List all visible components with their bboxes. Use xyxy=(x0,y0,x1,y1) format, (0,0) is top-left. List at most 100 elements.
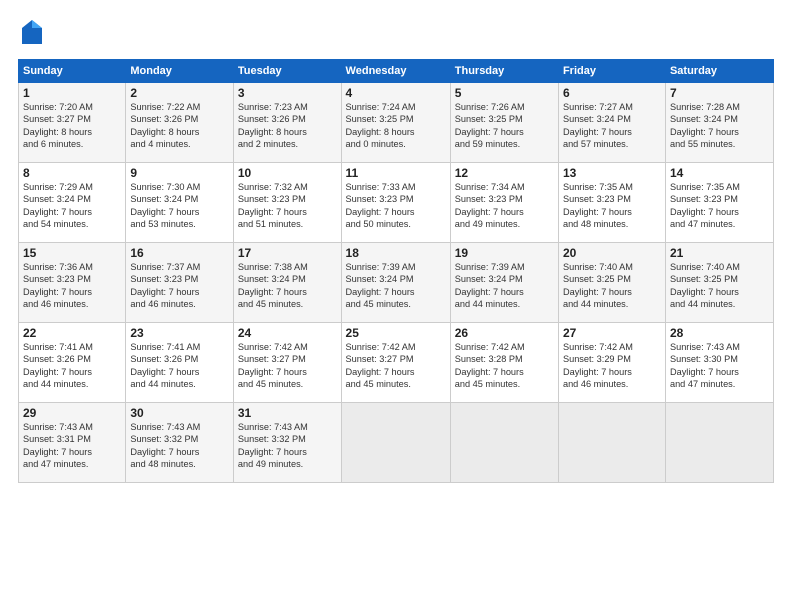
calendar-cell xyxy=(665,403,773,483)
calendar-header-row: SundayMondayTuesdayWednesdayThursdayFrid… xyxy=(19,60,774,83)
day-number: 3 xyxy=(238,86,337,100)
calendar-cell xyxy=(558,403,665,483)
calendar-cell: 15Sunrise: 7:36 AMSunset: 3:23 PMDayligh… xyxy=(19,243,126,323)
day-number: 19 xyxy=(455,246,554,260)
day-info: Sunrise: 7:38 AMSunset: 3:24 PMDaylight:… xyxy=(238,261,337,311)
day-number: 9 xyxy=(130,166,229,180)
day-number: 1 xyxy=(23,86,121,100)
calendar-cell: 19Sunrise: 7:39 AMSunset: 3:24 PMDayligh… xyxy=(450,243,558,323)
day-number: 13 xyxy=(563,166,661,180)
day-info: Sunrise: 7:42 AMSunset: 3:27 PMDaylight:… xyxy=(346,341,446,391)
day-info: Sunrise: 7:40 AMSunset: 3:25 PMDaylight:… xyxy=(563,261,661,311)
calendar-cell: 18Sunrise: 7:39 AMSunset: 3:24 PMDayligh… xyxy=(341,243,450,323)
day-info: Sunrise: 7:42 AMSunset: 3:28 PMDaylight:… xyxy=(455,341,554,391)
day-number: 4 xyxy=(346,86,446,100)
day-info: Sunrise: 7:32 AMSunset: 3:23 PMDaylight:… xyxy=(238,181,337,231)
calendar-cell: 23Sunrise: 7:41 AMSunset: 3:26 PMDayligh… xyxy=(126,323,234,403)
day-info: Sunrise: 7:35 AMSunset: 3:23 PMDaylight:… xyxy=(670,181,769,231)
day-number: 16 xyxy=(130,246,229,260)
day-info: Sunrise: 7:30 AMSunset: 3:24 PMDaylight:… xyxy=(130,181,229,231)
day-number: 25 xyxy=(346,326,446,340)
day-number: 26 xyxy=(455,326,554,340)
calendar-cell: 25Sunrise: 7:42 AMSunset: 3:27 PMDayligh… xyxy=(341,323,450,403)
day-info: Sunrise: 7:39 AMSunset: 3:24 PMDaylight:… xyxy=(455,261,554,311)
day-info: Sunrise: 7:43 AMSunset: 3:31 PMDaylight:… xyxy=(23,421,121,471)
calendar-table: SundayMondayTuesdayWednesdayThursdayFrid… xyxy=(18,59,774,483)
day-number: 15 xyxy=(23,246,121,260)
weekday-header: Monday xyxy=(126,60,234,83)
weekday-header: Saturday xyxy=(665,60,773,83)
day-number: 30 xyxy=(130,406,229,420)
calendar-cell: 8Sunrise: 7:29 AMSunset: 3:24 PMDaylight… xyxy=(19,163,126,243)
day-info: Sunrise: 7:29 AMSunset: 3:24 PMDaylight:… xyxy=(23,181,121,231)
calendar-cell: 29Sunrise: 7:43 AMSunset: 3:31 PMDayligh… xyxy=(19,403,126,483)
day-number: 28 xyxy=(670,326,769,340)
day-info: Sunrise: 7:27 AMSunset: 3:24 PMDaylight:… xyxy=(563,101,661,151)
calendar-cell: 6Sunrise: 7:27 AMSunset: 3:24 PMDaylight… xyxy=(558,83,665,163)
calendar-cell: 9Sunrise: 7:30 AMSunset: 3:24 PMDaylight… xyxy=(126,163,234,243)
calendar-cell: 28Sunrise: 7:43 AMSunset: 3:30 PMDayligh… xyxy=(665,323,773,403)
day-number: 2 xyxy=(130,86,229,100)
day-info: Sunrise: 7:33 AMSunset: 3:23 PMDaylight:… xyxy=(346,181,446,231)
calendar-cell: 11Sunrise: 7:33 AMSunset: 3:23 PMDayligh… xyxy=(341,163,450,243)
header xyxy=(18,18,774,51)
day-number: 21 xyxy=(670,246,769,260)
logo xyxy=(18,18,48,51)
day-info: Sunrise: 7:34 AMSunset: 3:23 PMDaylight:… xyxy=(455,181,554,231)
weekday-header: Wednesday xyxy=(341,60,450,83)
day-info: Sunrise: 7:41 AMSunset: 3:26 PMDaylight:… xyxy=(23,341,121,391)
calendar-cell xyxy=(450,403,558,483)
day-info: Sunrise: 7:39 AMSunset: 3:24 PMDaylight:… xyxy=(346,261,446,311)
weekday-header: Thursday xyxy=(450,60,558,83)
calendar-cell: 14Sunrise: 7:35 AMSunset: 3:23 PMDayligh… xyxy=(665,163,773,243)
day-info: Sunrise: 7:40 AMSunset: 3:25 PMDaylight:… xyxy=(670,261,769,311)
calendar-week-row: 8Sunrise: 7:29 AMSunset: 3:24 PMDaylight… xyxy=(19,163,774,243)
weekday-header: Friday xyxy=(558,60,665,83)
day-info: Sunrise: 7:35 AMSunset: 3:23 PMDaylight:… xyxy=(563,181,661,231)
day-info: Sunrise: 7:43 AMSunset: 3:32 PMDaylight:… xyxy=(238,421,337,471)
day-number: 6 xyxy=(563,86,661,100)
calendar-cell: 13Sunrise: 7:35 AMSunset: 3:23 PMDayligh… xyxy=(558,163,665,243)
day-number: 29 xyxy=(23,406,121,420)
calendar-week-row: 15Sunrise: 7:36 AMSunset: 3:23 PMDayligh… xyxy=(19,243,774,323)
day-info: Sunrise: 7:36 AMSunset: 3:23 PMDaylight:… xyxy=(23,261,121,311)
calendar-cell: 27Sunrise: 7:42 AMSunset: 3:29 PMDayligh… xyxy=(558,323,665,403)
calendar-cell: 26Sunrise: 7:42 AMSunset: 3:28 PMDayligh… xyxy=(450,323,558,403)
day-number: 23 xyxy=(130,326,229,340)
day-info: Sunrise: 7:24 AMSunset: 3:25 PMDaylight:… xyxy=(346,101,446,151)
calendar-cell: 16Sunrise: 7:37 AMSunset: 3:23 PMDayligh… xyxy=(126,243,234,323)
day-info: Sunrise: 7:26 AMSunset: 3:25 PMDaylight:… xyxy=(455,101,554,151)
calendar-cell: 10Sunrise: 7:32 AMSunset: 3:23 PMDayligh… xyxy=(233,163,341,243)
calendar-cell: 2Sunrise: 7:22 AMSunset: 3:26 PMDaylight… xyxy=(126,83,234,163)
weekday-header: Sunday xyxy=(19,60,126,83)
day-info: Sunrise: 7:22 AMSunset: 3:26 PMDaylight:… xyxy=(130,101,229,151)
day-info: Sunrise: 7:20 AMSunset: 3:27 PMDaylight:… xyxy=(23,101,121,151)
day-info: Sunrise: 7:37 AMSunset: 3:23 PMDaylight:… xyxy=(130,261,229,311)
day-info: Sunrise: 7:43 AMSunset: 3:30 PMDaylight:… xyxy=(670,341,769,391)
day-number: 11 xyxy=(346,166,446,180)
day-number: 8 xyxy=(23,166,121,180)
page: SundayMondayTuesdayWednesdayThursdayFrid… xyxy=(0,0,792,612)
day-info: Sunrise: 7:42 AMSunset: 3:27 PMDaylight:… xyxy=(238,341,337,391)
day-number: 17 xyxy=(238,246,337,260)
day-number: 22 xyxy=(23,326,121,340)
calendar-cell xyxy=(341,403,450,483)
day-number: 27 xyxy=(563,326,661,340)
calendar-cell: 5Sunrise: 7:26 AMSunset: 3:25 PMDaylight… xyxy=(450,83,558,163)
calendar-cell: 30Sunrise: 7:43 AMSunset: 3:32 PMDayligh… xyxy=(126,403,234,483)
calendar-cell: 7Sunrise: 7:28 AMSunset: 3:24 PMDaylight… xyxy=(665,83,773,163)
calendar-cell: 17Sunrise: 7:38 AMSunset: 3:24 PMDayligh… xyxy=(233,243,341,323)
calendar-week-row: 1Sunrise: 7:20 AMSunset: 3:27 PMDaylight… xyxy=(19,83,774,163)
calendar-cell: 31Sunrise: 7:43 AMSunset: 3:32 PMDayligh… xyxy=(233,403,341,483)
calendar-cell: 24Sunrise: 7:42 AMSunset: 3:27 PMDayligh… xyxy=(233,323,341,403)
day-number: 31 xyxy=(238,406,337,420)
day-number: 10 xyxy=(238,166,337,180)
day-info: Sunrise: 7:42 AMSunset: 3:29 PMDaylight:… xyxy=(563,341,661,391)
calendar-cell: 4Sunrise: 7:24 AMSunset: 3:25 PMDaylight… xyxy=(341,83,450,163)
calendar-cell: 1Sunrise: 7:20 AMSunset: 3:27 PMDaylight… xyxy=(19,83,126,163)
day-number: 20 xyxy=(563,246,661,260)
calendar-cell: 3Sunrise: 7:23 AMSunset: 3:26 PMDaylight… xyxy=(233,83,341,163)
calendar-cell: 21Sunrise: 7:40 AMSunset: 3:25 PMDayligh… xyxy=(665,243,773,323)
weekday-header: Tuesday xyxy=(233,60,341,83)
day-number: 12 xyxy=(455,166,554,180)
